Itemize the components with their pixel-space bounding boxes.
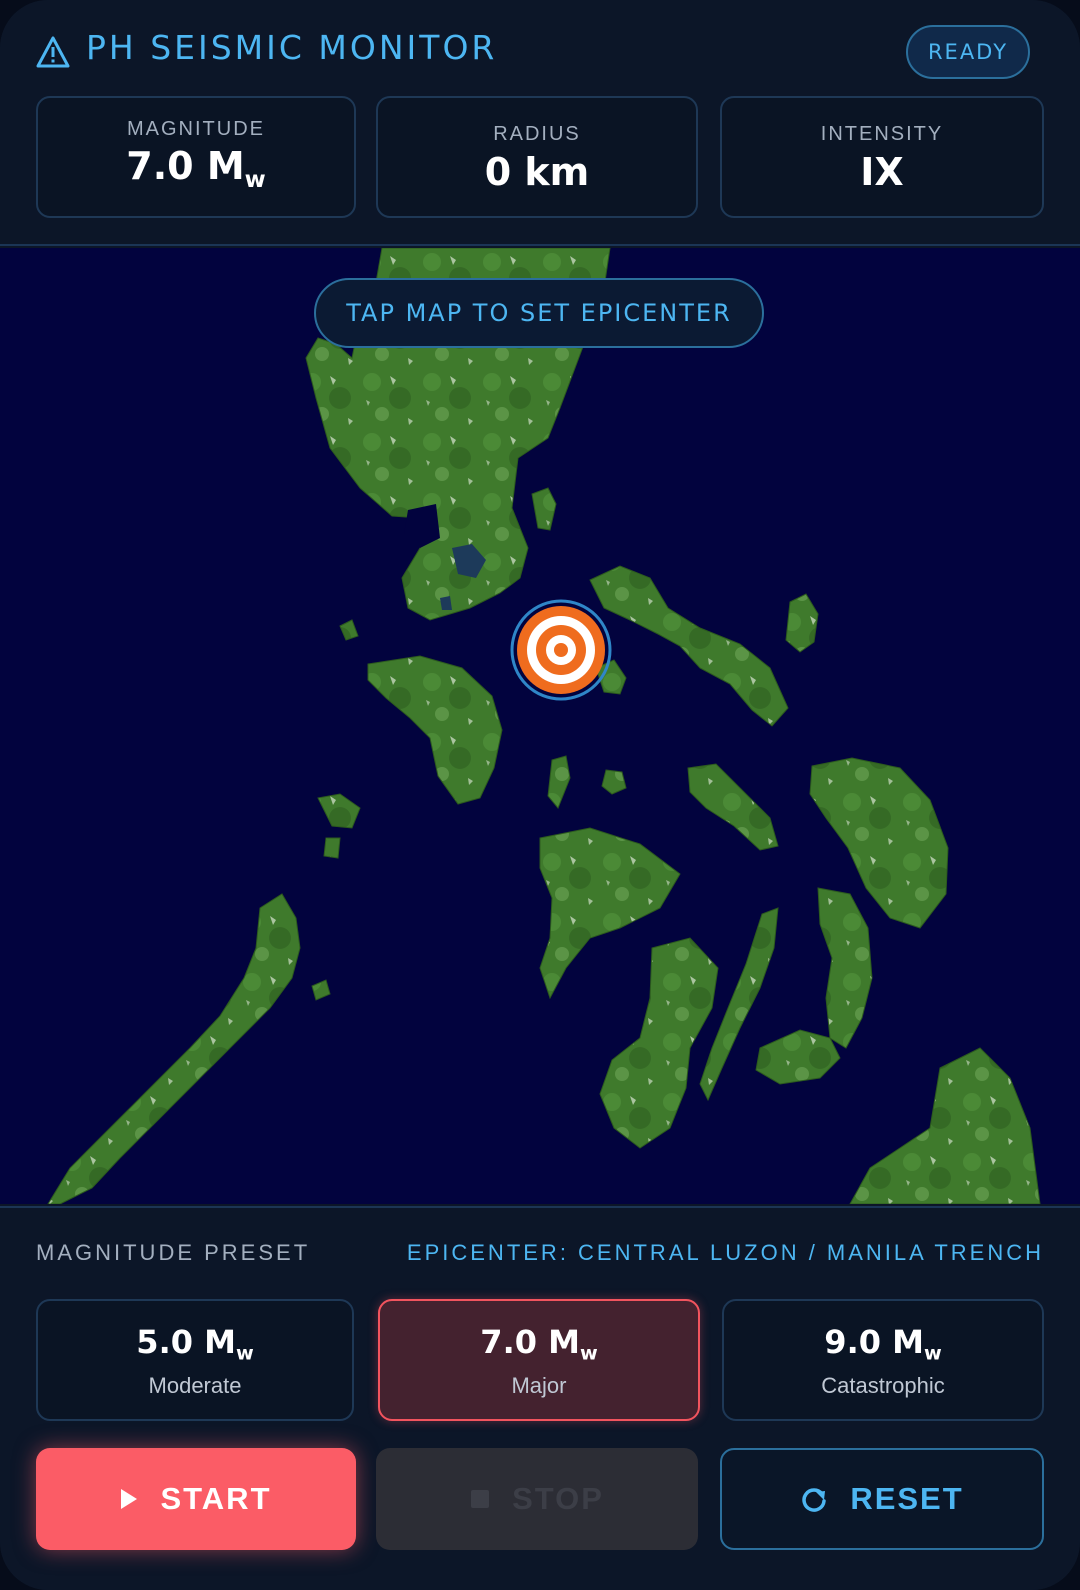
preset-description: Moderate <box>148 1373 242 1398</box>
control-panel: MAGNITUDE PRESET EPICENTER: CENTRAL LUZO… <box>0 1206 1080 1590</box>
preset-magnitude: 9.0 Mw <box>724 1323 1042 1365</box>
magnitude-label: MAGNITUDE <box>127 118 265 140</box>
play-icon <box>121 1489 138 1509</box>
magnitude-value-text: 7.0 M <box>126 144 245 188</box>
stop-icon <box>471 1490 490 1508</box>
preset-unit-sub: w <box>235 1341 254 1365</box>
preset-unit-sub: w <box>579 1341 598 1365</box>
preset-description: Major <box>511 1373 567 1398</box>
radius-stat: RADIUS 0 km <box>376 96 698 218</box>
header: PH SEISMIC MONITOR READY MAGNITUDE 7.0 M… <box>0 0 1080 246</box>
preset-magnitude: 7.0 Mw <box>380 1323 698 1365</box>
start-label: START <box>160 1481 272 1516</box>
preset-button-major[interactable]: 7.0 Mw Major <box>378 1299 700 1421</box>
radius-value: 0 km <box>484 150 590 194</box>
status-badge: READY <box>906 25 1030 79</box>
preset-button-moderate[interactable]: 5.0 Mw Moderate <box>36 1299 354 1421</box>
reset-label: RESET <box>850 1481 964 1516</box>
philippines-map[interactable]: TAP MAP TO SET EPICENTER <box>0 248 1080 1204</box>
radius-label: RADIUS <box>493 123 581 145</box>
intensity-value: IX <box>860 150 904 194</box>
map-land-layer <box>47 248 1041 1204</box>
preset-description: Catastrophic <box>821 1373 945 1398</box>
tap-map-hint: TAP MAP TO SET EPICENTER <box>314 278 764 348</box>
magnitude-unit-sub: w <box>244 166 266 193</box>
magnitude-stat: MAGNITUDE 7.0 Mw <box>36 96 356 218</box>
stop-button[interactable]: STOP <box>376 1448 698 1550</box>
epicenter-location-label: EPICENTER: CENTRAL LUZON / MANILA TRENCH <box>406 1240 1044 1265</box>
preset-magnitude-text: 7.0 M <box>480 1323 580 1361</box>
preset-magnitude-text: 9.0 M <box>824 1323 924 1361</box>
preset-magnitude: 5.0 Mw <box>38 1323 352 1365</box>
warning-triangle-icon <box>36 36 70 68</box>
intensity-label: INTENSITY <box>820 123 944 145</box>
epicenter-target-icon[interactable] <box>510 599 612 701</box>
seismic-monitor-app: PH SEISMIC MONITOR READY MAGNITUDE 7.0 M… <box>0 0 1080 1590</box>
magnitude-preset-label: MAGNITUDE PRESET <box>36 1240 311 1265</box>
stop-label: STOP <box>512 1481 604 1516</box>
preset-button-catastrophic[interactable]: 9.0 Mw Catastrophic <box>722 1299 1044 1421</box>
stats-panel: MAGNITUDE 7.0 Mw RADIUS 0 km INTENSITY I… <box>36 96 1044 218</box>
intensity-stat: INTENSITY IX <box>720 96 1044 218</box>
app-title: PH SEISMIC MONITOR <box>86 28 498 67</box>
preset-magnitude-text: 5.0 M <box>136 1323 236 1361</box>
preset-unit-sub: w <box>923 1341 942 1365</box>
magnitude-value: 7.0 Mw <box>38 144 354 193</box>
start-button[interactable]: START <box>36 1448 356 1550</box>
title-row: PH SEISMIC MONITOR READY <box>36 22 1030 82</box>
reset-button[interactable]: RESET <box>720 1448 1044 1550</box>
refresh-icon <box>802 1488 827 1512</box>
